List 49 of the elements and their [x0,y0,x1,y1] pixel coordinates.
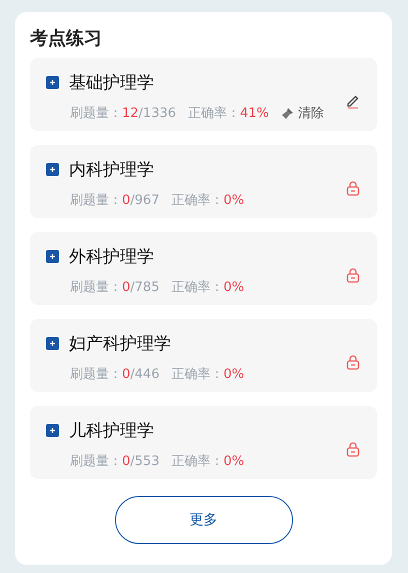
more-button[interactable]: 更多 [114,496,292,544]
done-count: 0 [122,366,130,382]
lock-icon [345,354,361,370]
subject-card[interactable]: 内科护理学 刷题量：0/967 正确率：0% [30,145,377,218]
count-label: 刷题量： [70,453,122,470]
lock-icon [345,180,361,196]
rate-value: 0% [223,280,244,294]
subject-card[interactable]: 妇产科护理学 刷题量：0/446 正确率：0% [30,319,377,392]
rate-label: 正确率： [171,279,224,296]
lock-icon [345,441,361,457]
count-label: 刷题量： [70,105,122,122]
subject-card[interactable]: 外科护理学 刷题量：0/785 正确率：0% [30,232,377,305]
total-count: /967 [130,192,160,208]
subject-name: 外科护理学 [69,246,154,268]
plus-icon [46,163,59,176]
done-count: 0 [122,192,130,208]
pencil-icon[interactable] [345,93,361,109]
subject-name: 内科护理学 [69,159,154,181]
rate-label: 正确率： [171,366,224,383]
done-count: 12 [122,106,139,120]
rate-label: 正确率： [188,105,240,122]
rate-label: 正确率： [171,192,224,209]
rate-value: 0% [223,454,244,468]
section-title: 考点练习 [30,27,103,50]
count-label: 刷题量： [70,366,122,383]
total-count: /446 [130,366,160,382]
subject-name: 妇产科护理学 [69,333,171,355]
plus-icon [46,76,59,89]
lock-icon [345,267,361,283]
count-label: 刷题量： [70,192,122,209]
done-count: 0 [122,454,130,468]
subject-name: 儿科护理学 [69,420,154,442]
subject-name: 基础护理学 [69,72,154,94]
count-label: 刷题量： [70,279,122,296]
total-count: /553 [130,454,160,468]
plus-icon [46,250,59,263]
rate-value: 0% [223,366,244,382]
rate-value: 41% [240,106,269,120]
rate-label: 正确率： [171,453,224,470]
subject-card[interactable]: 儿科护理学 刷题量：0/553 正确率：0% [30,406,377,479]
subject-card[interactable]: 基础护理学 刷题量：12/1336 正确率：41% 清除 [30,58,377,131]
plus-icon [46,337,59,350]
rate-value: 0% [223,192,244,208]
clear-button[interactable]: 清除 [280,104,324,122]
done-count: 0 [122,280,130,294]
total-count: /1336 [138,106,176,120]
plus-icon [46,424,59,437]
brush-icon [280,106,294,120]
total-count: /785 [130,280,160,294]
